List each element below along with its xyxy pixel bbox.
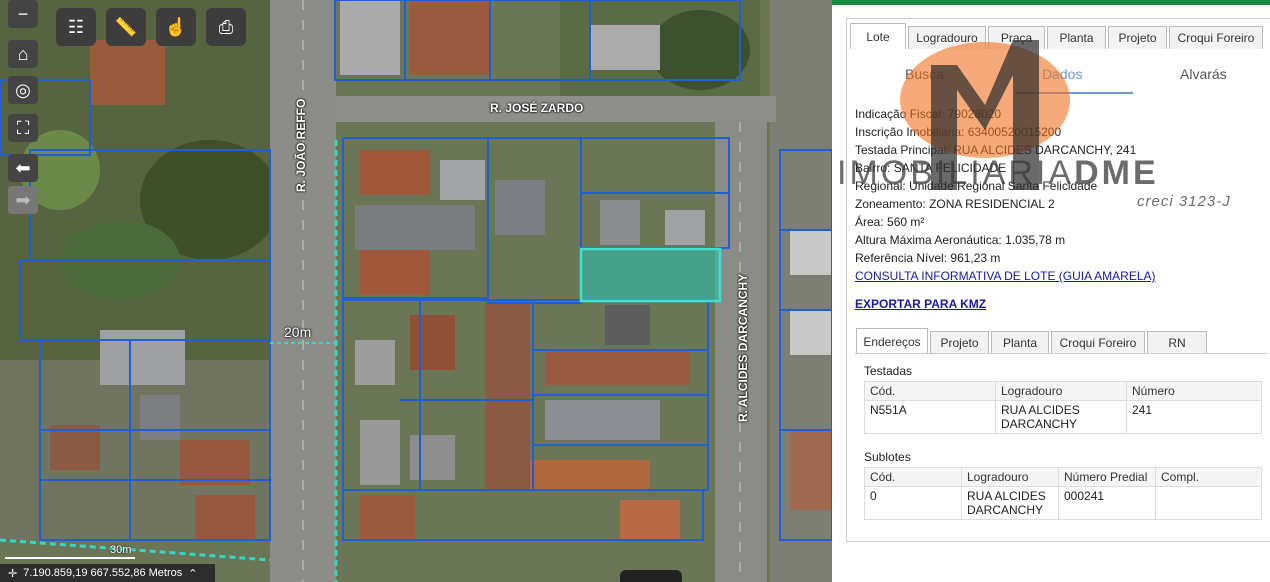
back-arrow-icon: ⬅: [15, 157, 31, 178]
selected-lot[interactable]: [579, 247, 722, 303]
tab-croqui-foreiro[interactable]: Croqui Foreiro: [1169, 26, 1263, 49]
table-header-row: Cód. Logradouro Número: [864, 381, 1262, 401]
zoom-out-button[interactable]: −: [8, 0, 38, 28]
detail-tabs-divider: [855, 353, 1267, 354]
road-label-top: R. JOSÉ ZARDO: [490, 101, 584, 115]
table-row[interactable]: N551A RUA ALCIDES DARCANCHY 241: [864, 400, 1262, 434]
field-bairro: Bairro: SANTA FELICIDADE: [855, 161, 1007, 175]
road-label-left: R. JOÃO REFFO: [294, 98, 308, 192]
main-tabs: Lote Logradouro Praça Planta Projeto Cro…: [850, 23, 1265, 49]
tab-detail-projeto[interactable]: Projeto: [930, 331, 989, 354]
subtab-alvaras[interactable]: Alvarás: [1180, 66, 1227, 82]
fullscreen-icon: ⛶: [16, 117, 30, 138]
tab-logradouro[interactable]: Logradouro: [908, 26, 986, 49]
sublotes-table: Cód. Logradouro Número Predial Compl. 0 …: [864, 467, 1262, 520]
column-header: Logradouro: [961, 467, 1059, 487]
map-view[interactable]: − ⌂ ◎ ⛶ ⬅ ➡ ☷ 📏 ☝ ⎙ R. JOSÉ ZARDO R. JOÃ…: [0, 0, 832, 582]
forward-button[interactable]: ➡: [8, 186, 38, 214]
field-regional: Regional: Unidade Regional Santa Felicid…: [855, 179, 1098, 193]
locate-button[interactable]: ◎: [8, 76, 38, 104]
table-cell: N551A: [864, 400, 996, 434]
column-header: Cód.: [864, 381, 996, 401]
field-indicacao-fiscal: Indicação Fiscal: 79028020: [855, 107, 1002, 121]
column-header: Compl.: [1155, 467, 1262, 487]
table-cell: 000241: [1058, 486, 1156, 520]
testadas-title: Testadas: [864, 364, 913, 378]
road-label-right: R. ALCIDES DARCANCHY: [736, 273, 750, 422]
panel-top-bar: [832, 0, 1270, 5]
tab-detail-croqui[interactable]: Croqui Foreiro: [1051, 331, 1145, 354]
select-icon: ☝: [164, 16, 188, 37]
home-button[interactable]: ⌂: [8, 40, 38, 68]
field-altura: Altura Máxima Aeronáutica: 1.035,78 m: [855, 233, 1066, 247]
layers-icon: ☷: [67, 16, 85, 37]
print-button[interactable]: ⎙: [206, 8, 246, 46]
fullscreen-button[interactable]: ⛶: [8, 114, 38, 142]
field-referencia: Referência Nível: 961,23 m: [855, 251, 1001, 265]
select-button[interactable]: ☝: [156, 8, 196, 46]
forward-arrow-icon: ➡: [15, 189, 31, 210]
scale-bar-label: 30m: [110, 544, 132, 556]
table-row[interactable]: 0 RUA ALCIDES DARCANCHY 000241: [864, 486, 1262, 520]
tab-planta[interactable]: Planta: [1047, 26, 1106, 49]
chevron-up-icon[interactable]: ⌃: [188, 567, 197, 580]
detail-tabs: Endereços Projeto Planta Croqui Foreiro …: [856, 328, 1209, 354]
subtab-busca[interactable]: Busca: [905, 66, 944, 82]
column-header: Número: [1126, 381, 1262, 401]
table-header-row: Cód. Logradouro Número Predial Compl.: [864, 467, 1262, 487]
field-area: Área: 560 m²: [855, 215, 925, 229]
table-cell: 241: [1126, 400, 1262, 434]
subtab-underline: [1015, 92, 1133, 94]
table-cell: RUA ALCIDES DARCANCHY: [961, 486, 1059, 520]
subtab-dados[interactable]: Dados: [1042, 66, 1082, 82]
print-icon: ⎙: [218, 16, 234, 37]
zoom-out-icon: −: [17, 3, 29, 24]
ruler-icon: 📏: [114, 16, 138, 37]
table-cell: [1155, 486, 1262, 520]
measurement-label: 20m: [284, 324, 312, 340]
table-cell: 0: [864, 486, 962, 520]
tab-projeto[interactable]: Projeto: [1108, 26, 1167, 49]
field-inscricao: Inscrição Imobiliária: 63400520015200: [855, 125, 1062, 139]
consult-link[interactable]: CONSULTA INFORMATIVA DE LOTE (GUIA AMARE…: [855, 269, 1156, 283]
export-kmz-link[interactable]: EXPORTAR PARA KMZ: [855, 297, 986, 311]
plus-icon[interactable]: ✛: [8, 567, 17, 580]
testadas-table: Cód. Logradouro Número N551A RUA ALCIDES…: [864, 381, 1262, 434]
home-icon: ⌂: [17, 43, 29, 64]
tab-detail-rn[interactable]: RN: [1147, 331, 1207, 354]
measure-button[interactable]: 📏: [106, 8, 146, 46]
tab-enderecos[interactable]: Endereços: [856, 328, 928, 354]
column-header: Número Predial: [1058, 467, 1156, 487]
layers-button[interactable]: ☷: [56, 8, 96, 46]
locate-icon: ◎: [15, 79, 31, 100]
tab-lote[interactable]: Lote: [850, 23, 906, 49]
field-testada: Testada Principal: RUA ALCIDES DARCANCHY…: [855, 143, 1137, 157]
tab-praca[interactable]: Praça: [988, 26, 1045, 49]
coordinates-readout: 7.190.859,19 667.552,86 Metros: [23, 567, 183, 579]
field-zoneamento: Zoneamento: ZONA RESIDENCIAL 2: [855, 197, 1055, 211]
aerial-imagery: [0, 0, 832, 582]
back-button[interactable]: ⬅: [8, 154, 38, 182]
tab-detail-planta[interactable]: Planta: [991, 331, 1049, 354]
sublotes-title: Sublotes: [864, 450, 911, 464]
column-header: Cód.: [864, 467, 962, 487]
column-header: Logradouro: [995, 381, 1127, 401]
coordinate-bar: ✛ 7.190.859,19 667.552,86 Metros ⌃: [0, 564, 215, 582]
table-cell: RUA ALCIDES DARCANCHY: [995, 400, 1127, 434]
